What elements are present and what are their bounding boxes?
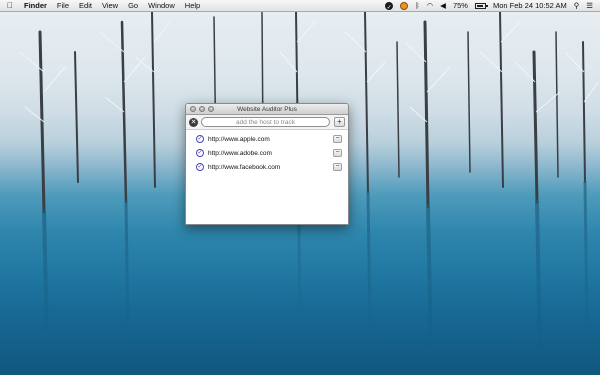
site-url: http://www.facebook.com — [208, 163, 281, 171]
apple-icon[interactable]:  — [7, 0, 17, 12]
clock[interactable]: Mon Feb 24 10:52 AM — [493, 0, 567, 12]
app-status-icon[interactable]: ✓ — [385, 1, 394, 11]
clear-search-icon[interactable]: ✕ — [189, 117, 198, 127]
notification-list-icon[interactable]: ☰ — [586, 0, 593, 12]
battery-percent[interactable]: 75% — [453, 0, 468, 12]
bluetooth-icon[interactable]: ᛒ — [415, 0, 420, 12]
window-controls — [190, 106, 217, 112]
tracked-sites-list: ✓ http://www.apple.com − ✓ http://www.ad… — [186, 130, 348, 174]
spotlight-search-icon[interactable]: ⚲ — [574, 0, 580, 12]
volume-icon[interactable]: ◀ — [440, 0, 446, 12]
remove-site-button[interactable]: − — [333, 135, 342, 143]
menu-help[interactable]: Help — [185, 0, 200, 12]
window-toolbar: ✕ + — [186, 115, 348, 130]
close-window-button[interactable] — [190, 106, 196, 112]
list-item[interactable]: ✓ http://www.apple.com − — [186, 132, 348, 146]
minimize-window-button[interactable] — [199, 106, 205, 112]
zoom-window-button[interactable] — [208, 106, 214, 112]
menu-window[interactable]: Window — [148, 0, 175, 12]
add-host-button[interactable]: + — [334, 117, 345, 127]
website-auditor-window: Website Auditor Plus ✕ + ✓ http://www.ap… — [185, 103, 349, 225]
site-url: http://www.apple.com — [208, 135, 270, 143]
menu-file[interactable]: File — [57, 0, 69, 12]
menu-bar:  Finder File Edit View Go Window Help ✓… — [0, 0, 600, 12]
status-area: ✓ ᛒ ◠ ◀ 75% Mon Feb 24 10:52 AM ⚲ ☰ — [385, 0, 600, 12]
remove-site-button[interactable]: − — [333, 163, 342, 171]
window-title: Website Auditor Plus — [237, 106, 297, 113]
site-url: http://www.adobe.com — [208, 149, 272, 157]
window-titlebar[interactable]: Website Auditor Plus — [186, 104, 348, 115]
battery-icon[interactable] — [474, 2, 488, 9]
remove-site-button[interactable]: − — [333, 149, 342, 157]
checkmark-icon[interactable]: ✓ — [196, 163, 204, 171]
list-item[interactable]: ✓ http://www.facebook.com − — [186, 160, 348, 174]
checkmark-icon[interactable]: ✓ — [196, 149, 204, 157]
orange-status-icon[interactable] — [400, 1, 409, 10]
checkmark-icon[interactable]: ✓ — [196, 135, 204, 143]
menu-finder[interactable]: Finder — [24, 0, 47, 12]
menu-view[interactable]: View — [102, 0, 118, 12]
wifi-icon[interactable]: ◠ — [427, 0, 434, 12]
host-search-input[interactable] — [201, 117, 330, 127]
menu-go[interactable]: Go — [128, 0, 138, 12]
menu-edit[interactable]: Edit — [79, 0, 92, 12]
list-item[interactable]: ✓ http://www.adobe.com − — [186, 146, 348, 160]
